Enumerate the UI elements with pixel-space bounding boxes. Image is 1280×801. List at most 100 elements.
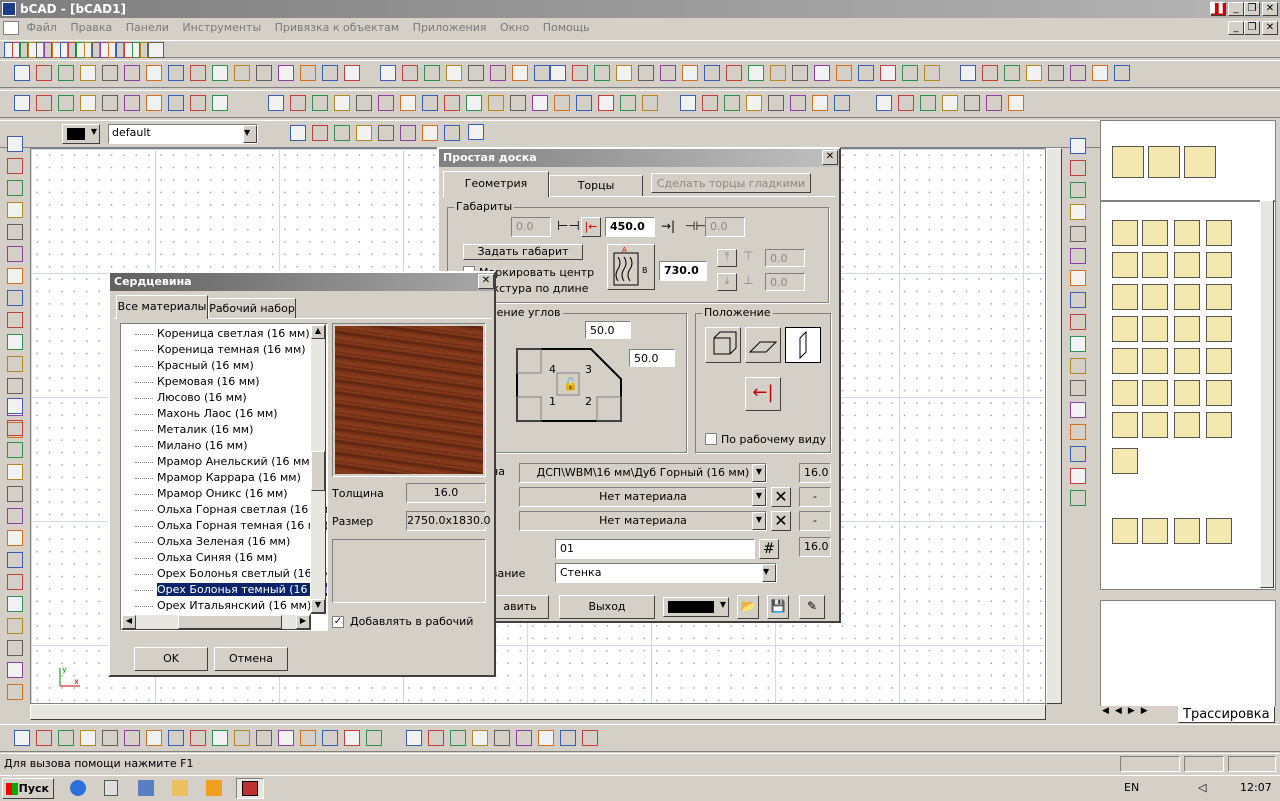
construct-tool-icon[interactable] (268, 95, 284, 111)
solid-tool-icon[interactable] (124, 730, 140, 746)
list-hscroll[interactable]: ◀ ▶ (121, 614, 311, 630)
edit-tool-icon[interactable] (402, 65, 418, 81)
cad-tool-icon[interactable] (1070, 314, 1086, 330)
file-tool-icon[interactable] (278, 65, 294, 81)
view-tool-icon[interactable] (682, 65, 698, 81)
menu-snap[interactable]: Привязка к объектам (275, 21, 400, 34)
panel-module-icon[interactable] (1206, 316, 1232, 342)
chevron-down-icon[interactable]: ▼ (243, 125, 257, 143)
light-tool-icon[interactable] (876, 95, 892, 111)
render-tool-icon[interactable] (1026, 65, 1042, 81)
minimize-button[interactable]: _ (1228, 2, 1244, 16)
panel-module-icon[interactable] (1174, 316, 1200, 342)
cad-tool-icon[interactable] (1070, 138, 1086, 154)
construct-tool-icon[interactable] (554, 95, 570, 111)
cad-tool-icon[interactable] (1070, 402, 1086, 418)
render-tool-icon[interactable] (1114, 65, 1130, 81)
solid-tool-icon[interactable] (80, 730, 96, 746)
list-vscroll[interactable]: ▲ ▼ (310, 324, 326, 614)
view-tool-icon[interactable] (858, 65, 874, 81)
pattern-tool-icon[interactable] (812, 95, 828, 111)
ok-button[interactable]: OK (134, 647, 208, 671)
solid-tool-icon[interactable] (344, 730, 360, 746)
view-tool-icon[interactable] (704, 65, 720, 81)
view-tool-icon[interactable] (594, 65, 610, 81)
construct-tool-icon[interactable] (378, 95, 394, 111)
code-field[interactable]: 01 (555, 539, 755, 559)
magic-wand-icon[interactable]: ✎ (799, 595, 825, 619)
panel-module-icon[interactable] (1206, 284, 1232, 310)
view-tool-icon[interactable] (638, 65, 654, 81)
material-select[interactable]: ДСП\WBM\16 мм\Дуб Горный (16 мм) ▼ (519, 463, 767, 483)
align-right-icon[interactable]: →| (661, 219, 675, 233)
edit-tool-icon[interactable] (512, 65, 528, 81)
panel-module-icon[interactable] (1174, 412, 1200, 438)
solid-tool-icon[interactable] (168, 730, 184, 746)
open-folder-icon[interactable]: 📂 (737, 595, 759, 619)
edit-tool-icon[interactable] (424, 65, 440, 81)
file-tool-icon[interactable] (168, 65, 184, 81)
file-tool-icon[interactable] (344, 65, 360, 81)
view-tool-icon[interactable] (572, 65, 588, 81)
media-icon[interactable] (206, 780, 222, 796)
solid-tool-icon[interactable] (14, 730, 30, 746)
file-tool-icon[interactable] (300, 65, 316, 81)
material3-select[interactable]: Нет материала ▼ (519, 511, 767, 531)
material-list-item[interactable]: Люсово (16 мм) (121, 390, 327, 406)
cad-tool-icon[interactable] (1070, 380, 1086, 396)
tab-edges[interactable]: Торцы (549, 175, 643, 197)
cad-tool-icon[interactable] (1070, 204, 1086, 220)
tab-geometry[interactable]: Геометрия (443, 171, 549, 197)
add-working-checkbox[interactable]: ✓ (332, 616, 344, 628)
panel-module-icon[interactable] (1142, 220, 1168, 246)
material-list-item[interactable]: Милано (16 мм) (121, 438, 327, 454)
file-tool-icon[interactable] (14, 65, 30, 81)
construct-tool-icon[interactable] (620, 95, 636, 111)
panel-furniture-icon[interactable] (1184, 146, 1216, 178)
snap-tool-icon[interactable] (14, 95, 30, 111)
view-tool-icon[interactable] (616, 65, 632, 81)
view-tool-icon[interactable] (792, 65, 808, 81)
by-view-checkbox[interactable] (705, 433, 717, 445)
modify-tool-icon[interactable] (7, 530, 23, 546)
material-list-item[interactable]: Мрамор Оникс (16 мм) (121, 486, 327, 502)
view3d-tool-icon[interactable] (356, 125, 372, 141)
material-list-item[interactable]: Орех Итальянский (16 мм) (121, 598, 327, 614)
minimize-flag-icon[interactable]: ▌▌ (1210, 2, 1226, 16)
cad-tool-icon[interactable] (1070, 490, 1086, 506)
pattern-tool-icon[interactable] (746, 95, 762, 111)
construct-tool-icon[interactable] (400, 95, 416, 111)
material-list-item[interactable]: Ольха Зеленая (16 мм) (121, 534, 327, 550)
panel-module-icon[interactable] (1112, 448, 1138, 474)
panel-furniture-icon[interactable] (1112, 146, 1144, 178)
panel-align-icon[interactable] (1142, 518, 1168, 544)
view3d-tool-icon[interactable] (312, 125, 328, 141)
construct-tool-icon[interactable] (356, 95, 372, 111)
position-horizontal-icon[interactable] (745, 327, 781, 363)
width-field[interactable]: 450.0 (605, 217, 655, 237)
construct-tool-icon[interactable] (576, 95, 592, 111)
boolean-tool-icon[interactable] (494, 730, 510, 746)
render-tool-icon[interactable] (1070, 65, 1086, 81)
material-list-item[interactable]: Мрамор Каррара (16 мм) (121, 470, 327, 486)
view3d-tool-icon[interactable] (334, 125, 350, 141)
solid-tool-icon[interactable] (36, 730, 52, 746)
view3d-tool-icon[interactable] (444, 125, 460, 141)
solid-tool-icon[interactable] (190, 730, 206, 746)
construct-tool-icon[interactable] (488, 95, 504, 111)
vert-align-bottom-icon[interactable]: ⊥ (743, 273, 753, 287)
color-picker[interactable]: ▼ (62, 124, 100, 144)
view-tool-icon[interactable] (726, 65, 742, 81)
panel-module-icon[interactable] (1112, 316, 1138, 342)
panel-module-icon[interactable] (1112, 284, 1138, 310)
solid-tool-icon[interactable] (256, 730, 272, 746)
solid-tool-icon[interactable] (300, 730, 316, 746)
panel-module-icon[interactable] (1174, 348, 1200, 374)
construct-tool-icon[interactable] (422, 95, 438, 111)
view-tool-icon[interactable] (814, 65, 830, 81)
file-tool-icon[interactable] (212, 65, 228, 81)
snap-tool-icon[interactable] (102, 95, 118, 111)
draw-tool-icon[interactable] (7, 290, 23, 306)
numbering-button[interactable]: # (759, 539, 779, 559)
set-gabarit-button[interactable]: Задать габарит (463, 244, 583, 260)
